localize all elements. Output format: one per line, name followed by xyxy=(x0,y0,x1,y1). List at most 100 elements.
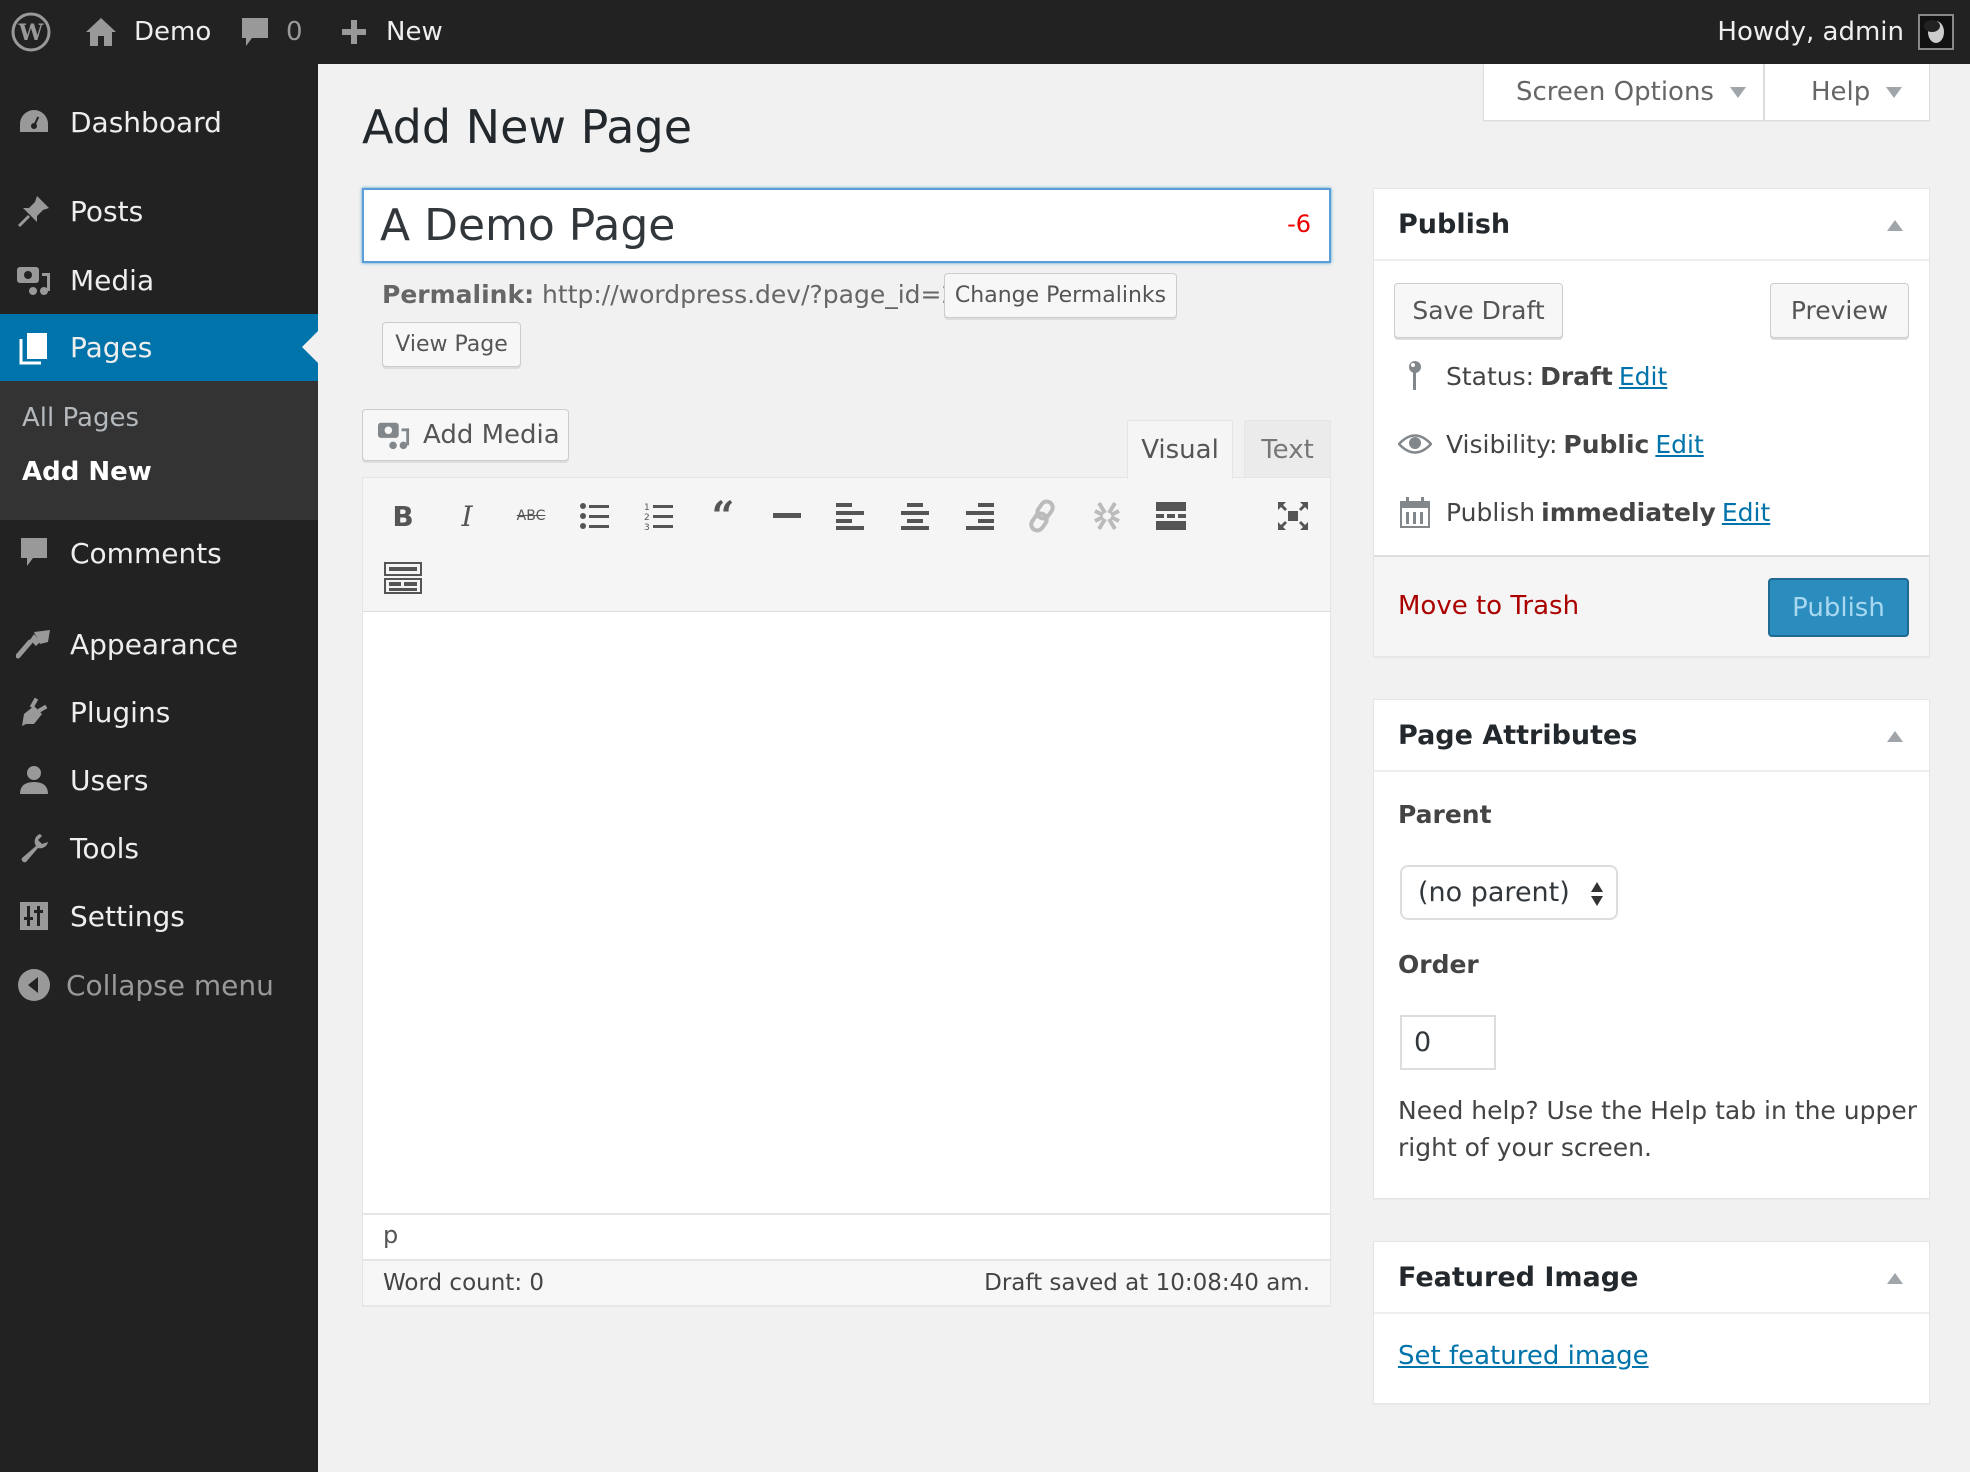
toolbar-toggle-icon[interactable] xyxy=(383,558,423,598)
sidebar-item-pages[interactable]: Pages xyxy=(0,314,318,381)
permalink-label: Permalink: xyxy=(382,280,535,309)
visibility-label: Visibility: xyxy=(1446,429,1558,459)
sidebar-item-dashboard[interactable]: Dashboard xyxy=(0,92,318,152)
order-input[interactable]: 0 xyxy=(1400,1015,1496,1070)
add-media-label: Add Media xyxy=(423,420,560,450)
featured-image-title: Featured Image xyxy=(1398,1261,1639,1293)
editor-content-area[interactable] xyxy=(363,613,1330,1213)
home-icon xyxy=(84,16,118,48)
insert-link-icon[interactable] xyxy=(1023,496,1063,536)
media-icon xyxy=(16,262,52,298)
publish-button[interactable]: Publish xyxy=(1768,578,1909,637)
edit-publish-date-link[interactable]: Edit xyxy=(1722,498,1770,527)
svg-text:W: W xyxy=(18,20,44,46)
strikethrough-icon[interactable]: ABC xyxy=(511,496,551,536)
preview-button[interactable]: Preview xyxy=(1770,283,1909,338)
permalink-row: Permalink: http://wordpress.dev/?page_id… xyxy=(382,280,973,309)
collapse-menu-button[interactable]: Collapse menu xyxy=(0,955,318,1015)
blockquote-icon[interactable]: “ xyxy=(703,493,743,540)
sidebar-label: Media xyxy=(70,263,155,297)
collapse-toggle-icon[interactable] xyxy=(1887,220,1903,231)
collapse-toggle-icon[interactable] xyxy=(1887,1273,1903,1284)
page-title: Add New Page xyxy=(362,100,692,154)
permalink-url[interactable]: http://wordpress.dev/?page_id=21 xyxy=(542,280,973,309)
wordpress-logo-button[interactable]: W xyxy=(10,0,52,64)
save-draft-button[interactable]: Save Draft xyxy=(1394,283,1563,338)
screen-options-button[interactable]: Screen Options xyxy=(1483,64,1764,121)
parent-select[interactable]: (no parent) xyxy=(1400,865,1618,920)
page-attributes-box: Page Attributes Parent (no parent) Order… xyxy=(1373,699,1930,1199)
align-right-icon[interactable] xyxy=(959,496,999,536)
new-content-button[interactable]: New xyxy=(340,0,443,64)
sidebar-label: Pages xyxy=(70,331,153,364)
change-permalinks-button[interactable]: Change Permalinks xyxy=(944,273,1177,318)
sidebar-item-users[interactable]: Users xyxy=(0,750,318,810)
new-label: New xyxy=(386,17,443,47)
sidebar-item-media[interactable]: Media xyxy=(0,250,318,310)
bulleted-list-icon[interactable] xyxy=(575,496,615,536)
edit-visibility-link[interactable]: Edit xyxy=(1655,430,1703,459)
user-icon xyxy=(16,762,52,798)
publish-label: Publish xyxy=(1446,497,1536,527)
publish-value: immediately xyxy=(1541,497,1716,527)
title-length-counter: -6 xyxy=(1287,210,1311,238)
plus-icon xyxy=(340,18,368,46)
remove-link-icon[interactable] xyxy=(1087,496,1127,536)
status-value: Draft xyxy=(1540,361,1613,391)
add-media-button[interactable]: Add Media xyxy=(362,409,569,461)
featured-image-box: Featured Image Set featured image xyxy=(1373,1241,1930,1404)
sidebar-item-appearance[interactable]: Appearance xyxy=(0,614,318,674)
comment-icon xyxy=(240,16,270,48)
italic-icon[interactable]: I xyxy=(447,496,487,536)
fullscreen-icon[interactable] xyxy=(1273,496,1313,536)
svg-text:1: 1 xyxy=(644,503,650,513)
read-more-icon[interactable] xyxy=(1151,496,1191,536)
tab-text[interactable]: Text xyxy=(1244,420,1331,478)
status-row: Status: Draft Edit xyxy=(1398,359,1667,393)
site-name-link[interactable]: Demo xyxy=(84,0,211,64)
numbered-list-icon[interactable]: 123 xyxy=(639,496,679,536)
sidebar-label: Posts xyxy=(70,194,144,228)
sidebar-item-settings[interactable]: Settings xyxy=(0,886,318,946)
sidebar-item-tools[interactable]: Tools xyxy=(0,818,318,878)
edit-status-link[interactable]: Edit xyxy=(1619,362,1667,391)
comments-count: 0 xyxy=(286,17,303,47)
page-attributes-header[interactable]: Page Attributes xyxy=(1374,700,1929,772)
horizontal-line-icon[interactable] xyxy=(767,496,807,536)
collapse-toggle-icon[interactable] xyxy=(1887,731,1903,742)
submenu-all-pages[interactable]: All Pages xyxy=(22,403,139,433)
sidebar-label: Appearance xyxy=(70,627,239,661)
help-button[interactable]: Help xyxy=(1764,64,1930,121)
sidebar-label: Tools xyxy=(70,831,139,865)
parent-select-value: (no parent) xyxy=(1418,877,1570,908)
pin-icon xyxy=(1398,359,1432,393)
set-featured-image-link[interactable]: Set featured image xyxy=(1398,1341,1649,1371)
publish-box: Publish Save Draft Preview Status: Draft… xyxy=(1373,188,1930,657)
eye-icon xyxy=(1398,427,1432,461)
view-page-button[interactable]: View Page xyxy=(382,322,521,367)
sidebar-label: Plugins xyxy=(70,695,171,729)
collapse-arrow-icon xyxy=(16,967,52,1003)
sidebar-item-plugins[interactable]: Plugins xyxy=(0,682,318,742)
calendar-icon xyxy=(1398,495,1432,529)
submenu-add-new[interactable]: Add New xyxy=(22,457,152,487)
move-to-trash-link[interactable]: Move to Trash xyxy=(1398,591,1579,621)
tab-visual[interactable]: Visual xyxy=(1127,420,1233,479)
comments-link[interactable]: 0 xyxy=(240,0,303,64)
collapse-menu-label: Collapse menu xyxy=(66,968,274,1002)
pages-icon xyxy=(16,330,52,366)
sidebar-item-comments[interactable]: Comments xyxy=(0,523,318,583)
post-title-input[interactable]: A Demo Page -6 xyxy=(362,188,1331,263)
sidebar-item-posts[interactable]: Posts xyxy=(0,181,318,241)
brush-icon xyxy=(16,626,52,662)
align-left-icon[interactable] xyxy=(831,496,871,536)
order-label: Order xyxy=(1398,950,1479,979)
bold-icon[interactable]: B xyxy=(383,496,423,536)
editor-status-bar: Word count: 0 Draft saved at 10:08:40 am… xyxy=(363,1259,1330,1305)
align-center-icon[interactable] xyxy=(895,496,935,536)
featured-image-header[interactable]: Featured Image xyxy=(1374,1242,1929,1314)
my-account-menu[interactable]: Howdy, admin xyxy=(1717,0,1954,64)
avatar xyxy=(1918,14,1954,50)
screen-options-label: Screen Options xyxy=(1516,77,1714,107)
publish-box-header[interactable]: Publish xyxy=(1374,189,1929,261)
